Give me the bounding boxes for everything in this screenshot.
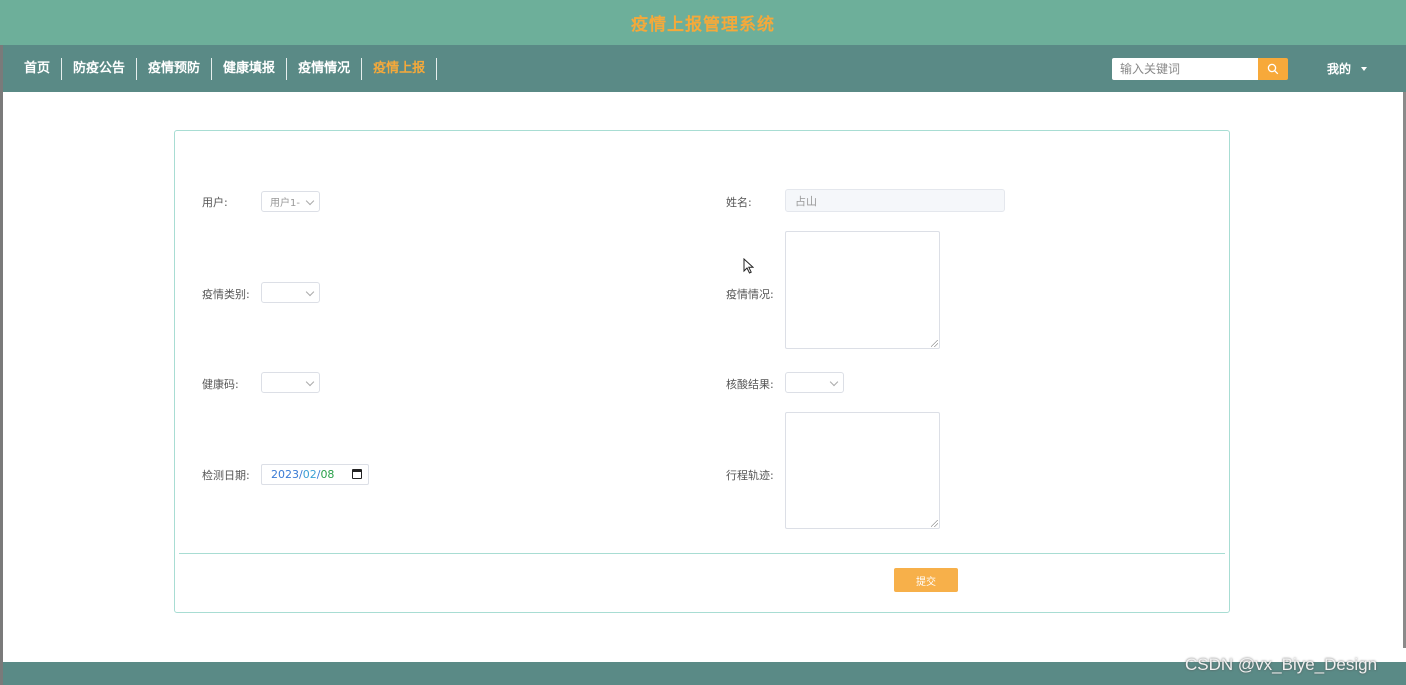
mouse-cursor-icon bbox=[743, 258, 754, 274]
date-day: 08 bbox=[320, 468, 335, 481]
itinerary-textarea[interactable] bbox=[785, 412, 940, 529]
caret-down-icon bbox=[1361, 66, 1368, 71]
window-frame-left bbox=[0, 0, 3, 685]
category-label: 疫情类别: bbox=[202, 288, 250, 301]
nav-item-epidemic-report[interactable]: 疫情上报 bbox=[362, 57, 438, 80]
user-menu-label: 我的 bbox=[1327, 62, 1352, 76]
report-form-card: 用户: 用户1- 姓名: 占山 疫情类别: 疫情情况: 健康码: 核酸结果: 检… bbox=[174, 130, 1230, 613]
health-code-label: 健康码: bbox=[202, 378, 239, 391]
user-label: 用户: bbox=[202, 196, 228, 209]
chevron-down-icon bbox=[305, 287, 315, 297]
date-month: 02 bbox=[302, 468, 317, 481]
name-input[interactable]: 占山 bbox=[785, 189, 1005, 212]
form-divider bbox=[179, 553, 1225, 554]
category-select[interactable] bbox=[261, 282, 320, 303]
nucleic-result-select[interactable] bbox=[785, 372, 844, 393]
chevron-down-icon bbox=[829, 377, 839, 387]
calendar-icon[interactable] bbox=[352, 469, 362, 479]
user-select-value: 用户1- bbox=[270, 198, 300, 209]
search-input[interactable] bbox=[1112, 58, 1258, 80]
health-code-select[interactable] bbox=[261, 372, 320, 393]
top-header: 疫情上报管理系统 bbox=[0, 0, 1406, 45]
user-select[interactable]: 用户1- bbox=[261, 191, 320, 212]
search-icon bbox=[1267, 63, 1279, 75]
resize-grip-icon[interactable] bbox=[931, 520, 938, 527]
site-title: 疫情上报管理系统 bbox=[631, 15, 775, 35]
chevron-down-icon bbox=[305, 196, 315, 206]
nav-item-prevention[interactable]: 疫情预防 bbox=[137, 57, 213, 80]
nav-item-home[interactable]: 首页 bbox=[13, 57, 63, 80]
name-input-value: 占山 bbox=[795, 194, 817, 208]
nav-item-health-report[interactable]: 健康填报 bbox=[212, 57, 288, 80]
nav-item-epidemic-status[interactable]: 疫情情况 bbox=[287, 57, 363, 80]
situation-textarea[interactable] bbox=[785, 231, 940, 349]
chevron-down-icon bbox=[305, 377, 315, 387]
resize-grip-icon[interactable] bbox=[931, 340, 938, 347]
situation-label: 疫情情况: bbox=[726, 288, 774, 301]
test-date-input[interactable]: 2023/02/08 bbox=[261, 464, 369, 485]
nav-item-announcements[interactable]: 防疫公告 bbox=[62, 57, 138, 80]
nav-menu: 首页 防疫公告 疫情预防 健康填报 疫情情况 疫情上报 bbox=[3, 45, 438, 92]
search-box bbox=[1112, 58, 1288, 80]
search-button[interactable] bbox=[1258, 58, 1288, 80]
test-date-label: 检测日期: bbox=[202, 469, 250, 482]
name-label: 姓名: bbox=[726, 196, 752, 209]
main-navbar: 首页 防疫公告 疫情预防 健康填报 疫情情况 疫情上报 我的 bbox=[3, 45, 1406, 92]
date-year: 2023 bbox=[271, 468, 299, 481]
submit-button[interactable]: 提交 bbox=[894, 568, 958, 592]
nucleic-result-label: 核酸结果: bbox=[726, 378, 774, 391]
itinerary-label: 行程轨迹: bbox=[726, 469, 774, 482]
user-menu[interactable]: 我的 bbox=[1327, 60, 1368, 77]
watermark-text: CSDN @vx_Biye_Design bbox=[1185, 655, 1378, 674]
